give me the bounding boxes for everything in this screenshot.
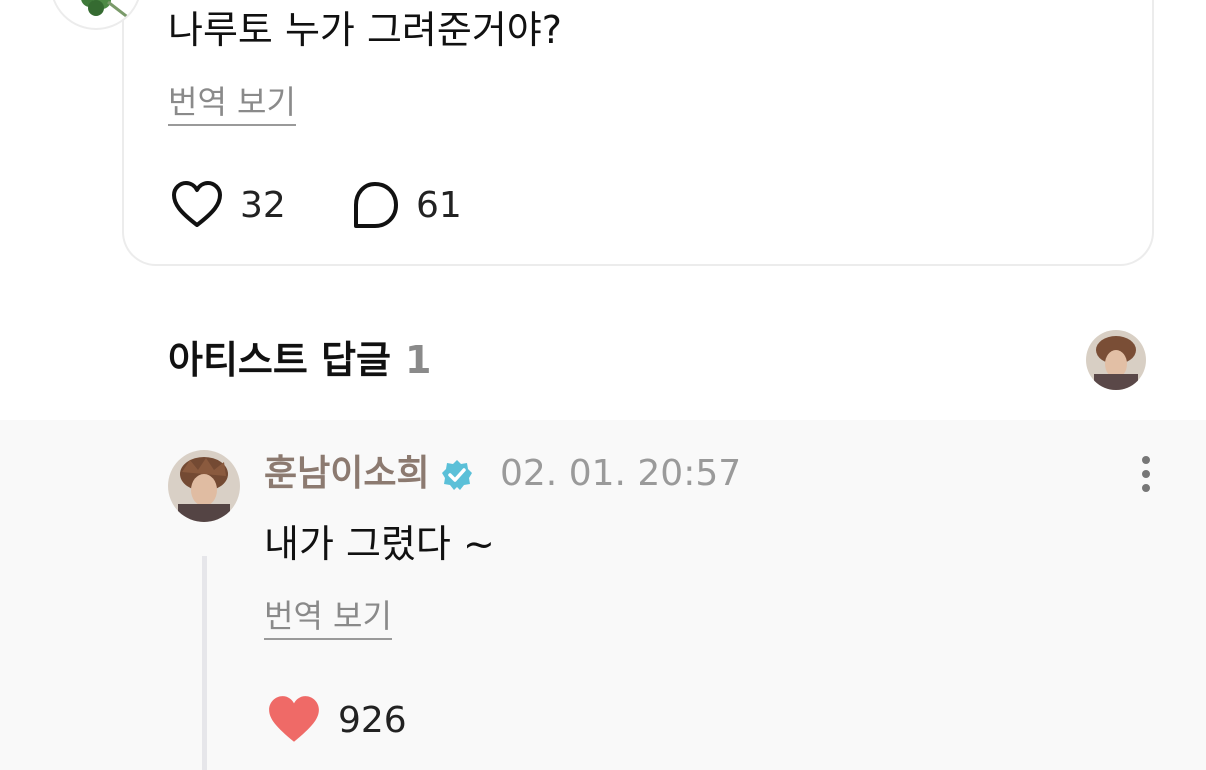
heart-outline-icon <box>172 181 222 227</box>
artist-reply-count: 1 <box>405 338 432 382</box>
reply-text: 내가 그렸다 ~ <box>264 522 495 566</box>
verified-badge-icon <box>442 460 472 490</box>
post-text: 나루토 누가 그려준거야? <box>168 8 562 52</box>
reply-author-name[interactable]: 훈남이소희 <box>264 452 430 496</box>
post-comment-button[interactable]: 61 <box>350 180 462 230</box>
reply-translate-link[interactable]: 번역 보기 <box>264 596 392 640</box>
thread-line <box>202 556 207 770</box>
artist-reply-title: 아티스트 답글 <box>168 338 391 382</box>
reply-author-avatar[interactable] <box>168 450 240 522</box>
reply-like-button[interactable]: 926 <box>266 694 407 746</box>
heart-filled-icon <box>269 696 319 742</box>
comment-bubble-icon <box>354 182 398 228</box>
post-like-button[interactable]: 32 <box>170 180 286 230</box>
artist-reply-header: 아티스트 답글 1 <box>168 336 431 384</box>
reply-timestamp: 02. 01. 20:57 <box>500 453 742 494</box>
post-translate-link[interactable]: 번역 보기 <box>168 82 296 126</box>
reply-like-count: 926 <box>338 699 407 741</box>
more-options-button[interactable] <box>1136 456 1156 496</box>
post-like-count: 32 <box>240 184 286 226</box>
more-vertical-icon <box>1142 456 1150 464</box>
post-comment-count: 61 <box>416 184 462 226</box>
artist-avatar-small[interactable] <box>1086 330 1146 390</box>
